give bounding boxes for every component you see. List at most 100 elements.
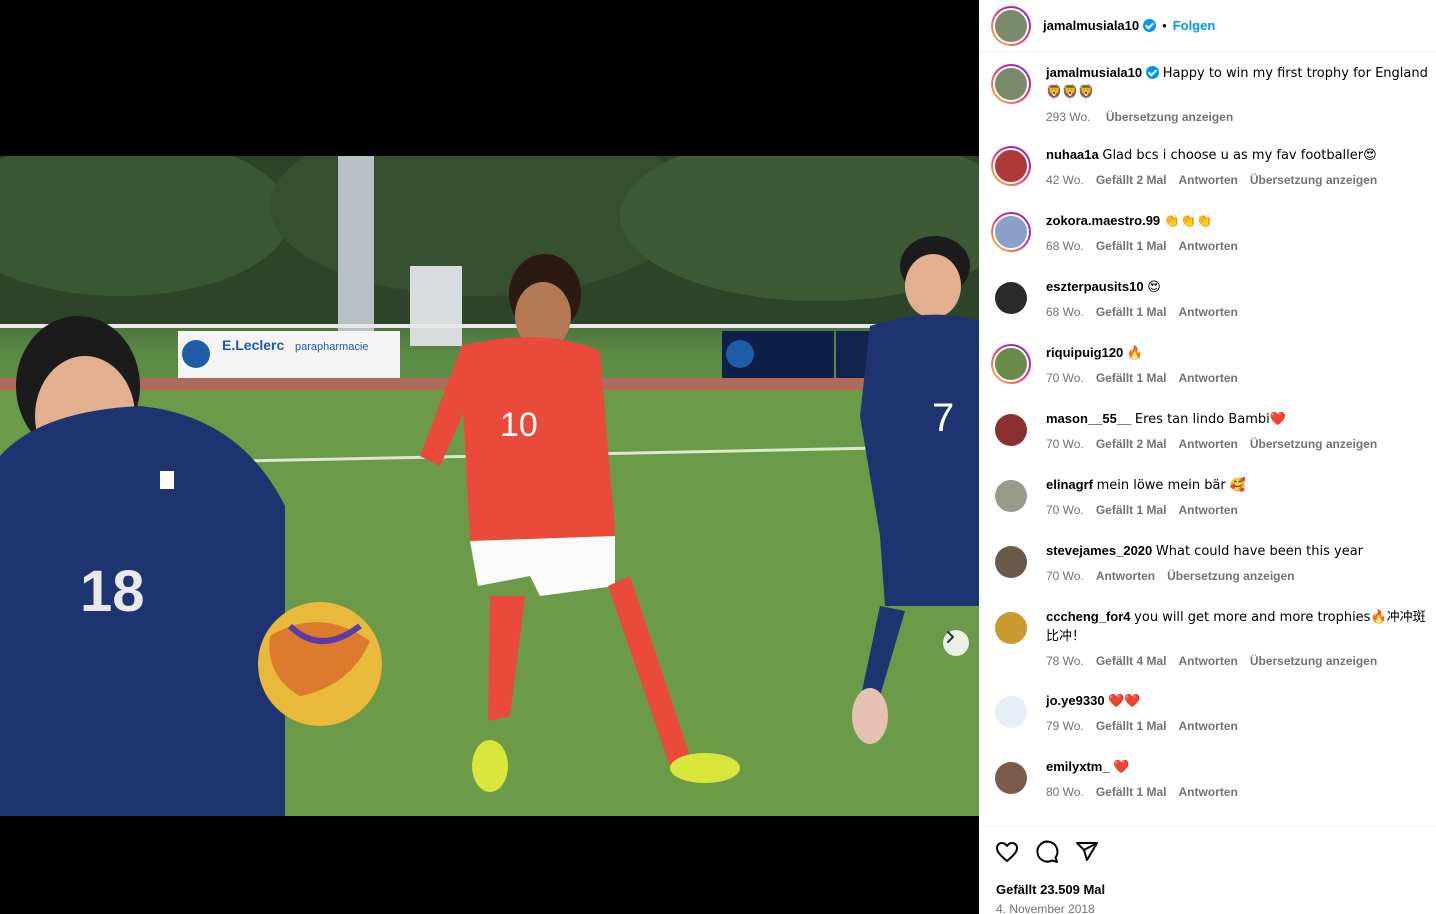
translate-button[interactable]: Übersetzung anzeigen: [1167, 569, 1294, 583]
comment-username[interactable]: jo.ye9330: [1046, 693, 1105, 708]
comment-likes[interactable]: Gefällt 2 Mal: [1096, 173, 1167, 187]
comment-item: eszterpausits10 😍 68 Wo. Gefällt 1 Mal Antw…: [991, 278, 1431, 321]
comment-text: Eres tan lindo Bambi❤️: [1134, 412, 1286, 427]
comment-icon[interactable]: [1035, 840, 1059, 864]
caption-avatar[interactable]: [991, 64, 1031, 104]
translate-button[interactable]: Übersetzung anzeigen: [1250, 654, 1377, 668]
next-photo-button[interactable]: [943, 630, 969, 656]
comment-avatar[interactable]: [995, 696, 1027, 728]
comment-item: elinagrf mein löwe mein bär 🥰 70 Wo. Gefäl…: [991, 476, 1431, 519]
comment-likes[interactable]: Gefällt 1 Mal: [1096, 503, 1167, 517]
likes-count[interactable]: Gefällt 23.509 Mal: [996, 882, 1105, 897]
comment-item: riquipuig120 🔥 70 Wo. Gefällt 1 Mal Antwort…: [991, 344, 1431, 387]
jersey-number-left: 18: [80, 559, 145, 624]
banner-sub-text: parapharmacie: [295, 341, 368, 353]
follow-button[interactable]: Folgen: [1173, 18, 1216, 33]
author-username[interactable]: jamalmusiala10: [1043, 18, 1139, 33]
comment-username[interactable]: elinagrf: [1046, 477, 1093, 492]
comment-username[interactable]: zokora.maestro.99: [1046, 213, 1160, 228]
post-header: jamalmusiala10 • Folgen: [979, 0, 1436, 52]
comment-text: 🔥: [1126, 346, 1144, 361]
reply-button[interactable]: Antworten: [1179, 503, 1238, 517]
comment-item: mason__55__ Eres tan lindo Bambi❤️ 70 Wo.…: [991, 410, 1431, 453]
banner-brand-text: E.Leclerc: [222, 337, 284, 353]
post-date[interactable]: 4. November 2018: [996, 902, 1095, 914]
verified-badge-icon: [1143, 19, 1157, 32]
caption-username[interactable]: jamalmusiala10: [1046, 65, 1142, 80]
comment-time[interactable]: 42 Wo.: [1046, 173, 1084, 187]
comment-avatar[interactable]: [991, 146, 1031, 186]
comment-item: nuhaa1a Glad bcs i choose u as my fav fo…: [991, 146, 1431, 189]
reply-button[interactable]: Antworten: [1179, 437, 1238, 451]
translate-button[interactable]: Übersetzung anzeigen: [1250, 173, 1377, 187]
comment-username[interactable]: stevejames_2020: [1046, 543, 1152, 558]
reply-button[interactable]: Antworten: [1179, 654, 1238, 668]
comment-likes[interactable]: Gefällt 1 Mal: [1096, 719, 1167, 733]
share-icon[interactable]: [1075, 840, 1099, 864]
comment-username[interactable]: nuhaa1a: [1046, 147, 1099, 162]
reply-button[interactable]: Antworten: [1179, 371, 1238, 385]
comment-text: 👏👏👏: [1163, 214, 1213, 229]
post-media: E.Leclerc parapharmacie 18 10 7: [0, 0, 979, 914]
comment-username[interactable]: eszterpausits10: [1046, 279, 1144, 294]
comment-username[interactable]: riquipuig120: [1046, 345, 1123, 360]
author-avatar[interactable]: [991, 5, 1031, 46]
post-footer: Gefällt 23.509 Mal 4. November 2018: [979, 825, 1436, 914]
comment-avatar[interactable]: [995, 282, 1027, 314]
comments-list[interactable]: jamalmusiala10 Happy to win my first tro…: [979, 52, 1436, 825]
reply-button[interactable]: Antworten: [1179, 173, 1238, 187]
reply-button[interactable]: Antworten: [1179, 239, 1238, 253]
comment-time[interactable]: 70 Wo.: [1046, 437, 1084, 451]
comment-username[interactable]: mason__55__: [1046, 411, 1131, 426]
comment-time[interactable]: 70 Wo.: [1046, 569, 1084, 583]
comment-item: jo.ye9330 ❤️❤️ 79 Wo. Gefällt 1 Mal Antwort…: [991, 692, 1431, 735]
comment-username[interactable]: cccheng_for4: [1046, 609, 1131, 624]
chevron-right-icon: [947, 631, 954, 643]
comment-username[interactable]: emilyxtm_: [1046, 759, 1110, 774]
comment-likes[interactable]: Gefällt 1 Mal: [1096, 239, 1167, 253]
comment-avatar[interactable]: [991, 212, 1031, 252]
comment-item: emilyxtm_ ❤️ 80 Wo. Gefällt 1 Mal Antworten: [991, 758, 1431, 801]
comment-time[interactable]: 68 Wo.: [1046, 305, 1084, 319]
comment-time[interactable]: 80 Wo.: [1046, 785, 1084, 799]
caption-translate[interactable]: Übersetzung anzeigen: [1106, 110, 1233, 124]
reply-button[interactable]: Antworten: [1179, 719, 1238, 733]
post-photo: E.Leclerc parapharmacie 18 10 7: [0, 156, 979, 816]
comment-text: ❤️❤️: [1108, 694, 1141, 709]
caption-time[interactable]: 293 Wo.: [1046, 110, 1090, 124]
comment-likes[interactable]: Gefällt 2 Mal: [1096, 437, 1167, 451]
separator: •: [1162, 18, 1167, 33]
comment-time[interactable]: 70 Wo.: [1046, 503, 1084, 517]
caption: jamalmusiala10 Happy to win my first tro…: [991, 64, 1431, 126]
translate-button[interactable]: Übersetzung anzeigen: [1250, 437, 1377, 451]
reply-button[interactable]: Antworten: [1179, 305, 1238, 319]
comment-likes[interactable]: Gefällt 1 Mal: [1096, 785, 1167, 799]
comment-avatar[interactable]: [991, 344, 1031, 384]
comment-time[interactable]: 68 Wo.: [1046, 239, 1084, 253]
comment-item: stevejames_2020 What could have been thi…: [991, 542, 1431, 585]
comment-text: Glad bcs i choose u as my fav footballer…: [1102, 148, 1377, 163]
comment-time[interactable]: 79 Wo.: [1046, 719, 1084, 733]
comment-item: zokora.maestro.99 👏👏👏 68 Wo. Gefällt 1 Mal…: [991, 212, 1431, 255]
post-actions: [995, 840, 1115, 864]
comment-avatar[interactable]: [995, 612, 1027, 644]
comment-text: ❤️: [1113, 760, 1130, 775]
comment-likes[interactable]: Gefällt 1 Mal: [1096, 371, 1167, 385]
reply-button[interactable]: Antworten: [1179, 785, 1238, 799]
comment-time[interactable]: 70 Wo.: [1046, 371, 1084, 385]
comment-text: 😍: [1147, 280, 1161, 295]
jersey-number-england: 10: [500, 406, 538, 444]
comment-likes[interactable]: Gefällt 4 Mal: [1096, 654, 1167, 668]
comment-avatar[interactable]: [995, 480, 1027, 512]
comment-time[interactable]: 78 Wo.: [1046, 654, 1084, 668]
jersey-number-right: 7: [932, 396, 954, 440]
comment-text: mein löwe mein bär 🥰: [1096, 478, 1247, 493]
comment-avatar[interactable]: [995, 414, 1027, 446]
reply-button[interactable]: Antworten: [1096, 569, 1155, 583]
heart-icon[interactable]: [995, 840, 1019, 864]
comment-likes[interactable]: Gefällt 1 Mal: [1096, 305, 1167, 319]
comment-item: cccheng_for4 you will get more and more …: [991, 608, 1431, 670]
comment-avatar[interactable]: [995, 546, 1027, 578]
football-scene: E.Leclerc parapharmacie 18 10 7: [0, 156, 979, 816]
comment-avatar[interactable]: [995, 762, 1027, 794]
